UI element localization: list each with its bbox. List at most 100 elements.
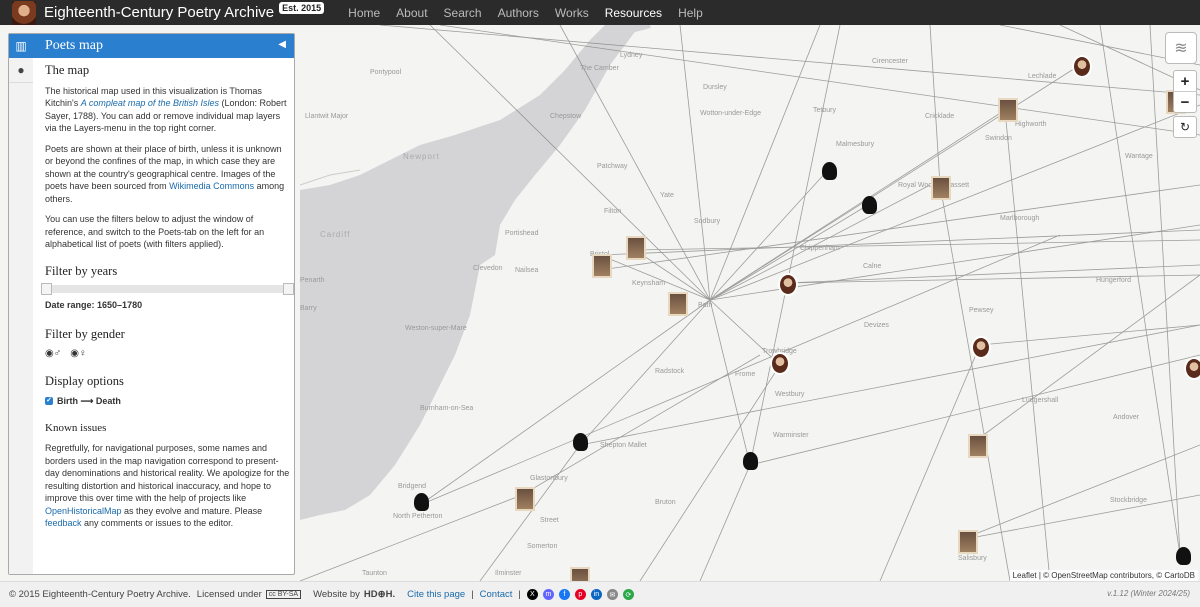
place-label: Pontypool xyxy=(370,69,402,76)
gender-filters: ◉♂ ◉♀ xyxy=(45,348,290,361)
cc-license-badge[interactable]: cc BY-SA xyxy=(265,590,302,599)
map-icon: ▥ xyxy=(15,39,27,53)
feedback-link[interactable]: feedback xyxy=(45,518,82,528)
share-icon[interactable]: ⟳ xyxy=(622,589,634,600)
poet-marker[interactable] xyxy=(626,236,646,260)
nav-resources[interactable]: Resources xyxy=(605,6,662,20)
poet-marker-silhouette[interactable] xyxy=(1176,547,1191,565)
linkedin-icon[interactable]: in xyxy=(590,589,602,600)
compleat-map-link[interactable]: A compleat map of the British Isles xyxy=(81,98,219,108)
sidebar-content: The map The historical map used in this … xyxy=(41,63,294,538)
place-label: Bridgend xyxy=(398,483,427,490)
nav-authors[interactable]: Authors xyxy=(498,6,539,20)
zoom-out-button[interactable]: − xyxy=(1174,92,1196,112)
website-by: Website by xyxy=(313,589,360,600)
poet-marker-silhouette[interactable] xyxy=(573,433,588,451)
layers-button[interactable]: ≋ xyxy=(1165,32,1197,64)
site-title[interactable]: Eighteenth-Century Poetry Archive xyxy=(44,4,274,21)
email-icon[interactable]: ✉ xyxy=(606,589,618,600)
poet-marker[interactable] xyxy=(570,567,590,581)
place-label: Burnham-on-Sea xyxy=(420,405,474,412)
footer: © 2015 Eighteenth-Century Poetry Archive… xyxy=(0,581,1200,607)
mastodon-icon[interactable]: m xyxy=(542,589,554,600)
site-logo[interactable] xyxy=(12,0,36,25)
version: v.1.12 (Winter 2024/25) xyxy=(1107,589,1190,598)
sidebar: ▥ ● Poets map ◀ The map The historical m… xyxy=(8,33,295,575)
hdh-logo[interactable]: HD⊕H. xyxy=(364,589,395,600)
place-label: Penarth xyxy=(300,277,325,284)
place-label: Cardiff xyxy=(320,230,351,239)
nav-home[interactable]: Home xyxy=(348,6,380,20)
poet-marker[interactable] xyxy=(968,434,988,458)
openhistoricalmap-link[interactable]: OpenHistoricalMap xyxy=(45,506,122,516)
pinterest-icon[interactable]: p xyxy=(574,589,586,600)
poet-marker[interactable] xyxy=(1072,55,1092,78)
poet-marker[interactable] xyxy=(1184,357,1200,380)
place-label: Wantage xyxy=(1125,153,1153,160)
place-label: Filton xyxy=(604,208,622,215)
poet-marker[interactable] xyxy=(998,98,1018,122)
place-label: Street xyxy=(540,517,559,524)
map-attribution[interactable]: Leaflet | © OpenStreetMap contributors, … xyxy=(1009,570,1198,581)
place-label: Calne xyxy=(863,263,882,270)
facebook-icon[interactable]: f xyxy=(558,589,570,600)
place-label: North Petherton xyxy=(393,513,443,520)
poet-marker-silhouette[interactable] xyxy=(862,196,877,214)
place-label: Devizes xyxy=(864,322,889,329)
place-label: Warminster xyxy=(773,432,809,439)
place-label: Sodbury xyxy=(694,218,721,225)
slider-handle-max[interactable] xyxy=(283,283,294,295)
poet-marker[interactable] xyxy=(971,336,991,359)
zoom-in-button[interactable]: + xyxy=(1174,71,1196,92)
poets-description: Poets are shown at their place of birth,… xyxy=(45,143,285,204)
collapse-icon[interactable]: ◀ xyxy=(278,39,286,50)
map-heading: The map xyxy=(45,63,90,77)
place-label: Ludgershall xyxy=(1022,397,1059,404)
male-filter-checkbox[interactable]: ◉♂ xyxy=(45,348,61,361)
poet-marker[interactable] xyxy=(515,487,535,511)
top-navbar: Eighteenth-Century Poetry Archive Est. 2… xyxy=(0,0,1200,25)
nav-works[interactable]: Works xyxy=(555,6,589,20)
tab-poets[interactable]: ● xyxy=(9,58,33,83)
contact-link[interactable]: Contact xyxy=(480,589,513,600)
place-label: Somerton xyxy=(527,543,558,550)
years-heading: Filter by years xyxy=(45,263,118,278)
zoom-control: + − xyxy=(1173,70,1197,113)
place-label: Yate xyxy=(660,192,674,199)
issues-text: Regretfully, for navigational purposes, … xyxy=(45,443,290,528)
reset-view-button[interactable]: ↻ xyxy=(1173,116,1197,138)
layers-icon: ≋ xyxy=(1174,40,1188,57)
place-label: Newport xyxy=(403,152,440,161)
poet-marker[interactable] xyxy=(931,176,951,200)
place-label: Highworth xyxy=(1015,121,1047,128)
bristol-channel xyxy=(300,25,640,520)
place-label: Wotton-under-Edge xyxy=(700,110,761,117)
checkbox-icon[interactable]: ✓ xyxy=(45,397,53,406)
poet-marker[interactable] xyxy=(958,530,978,554)
poet-marker-silhouette[interactable] xyxy=(822,162,837,180)
poet-marker[interactable] xyxy=(592,254,612,278)
nav-help[interactable]: Help xyxy=(678,6,703,20)
poet-marker-silhouette[interactable] xyxy=(743,452,758,470)
tab-map[interactable]: ▥ xyxy=(9,34,33,58)
place-label: The Camber xyxy=(580,65,619,72)
year-range-slider[interactable] xyxy=(41,283,294,295)
slider-handle-min[interactable] xyxy=(41,283,52,295)
poet-marker-silhouette[interactable] xyxy=(414,493,429,511)
place-label: Stockbridge xyxy=(1110,497,1147,504)
wikimedia-link[interactable]: Wikimedia Commons xyxy=(169,181,254,191)
poet-marker[interactable] xyxy=(778,273,798,296)
place-label: Clevedon xyxy=(473,265,503,272)
sidebar-tabs: ▥ ● xyxy=(9,34,33,574)
place-label: Barry xyxy=(300,305,317,312)
nav-search[interactable]: Search xyxy=(444,6,482,20)
nav-about[interactable]: About xyxy=(396,6,427,20)
x-icon[interactable]: X xyxy=(526,589,538,600)
birth-death-option[interactable]: ✓ Birth ⟶ Death xyxy=(45,395,290,408)
place-label: Westbury xyxy=(775,391,805,398)
poet-marker[interactable] xyxy=(668,292,688,316)
cite-link[interactable]: Cite this page xyxy=(407,589,465,600)
female-filter-checkbox[interactable]: ◉♀ xyxy=(70,348,86,361)
place-label: Cirencester xyxy=(872,58,908,65)
poet-marker[interactable] xyxy=(770,352,790,375)
